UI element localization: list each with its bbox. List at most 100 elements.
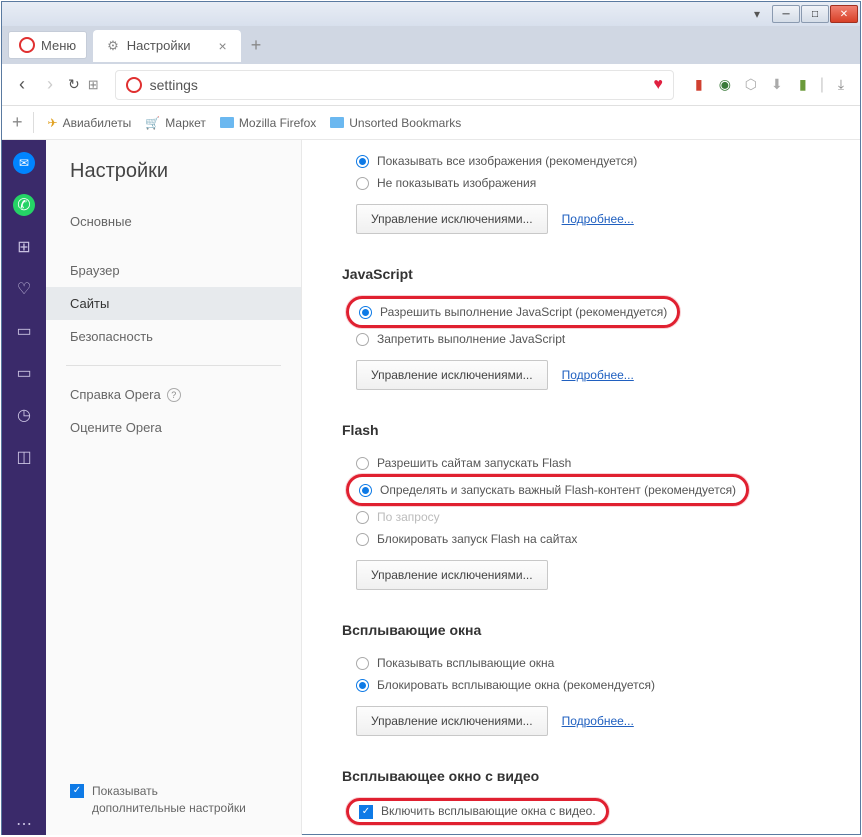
radio-popups-block[interactable]: Блокировать всплывающие окна (рекомендуе… [342, 674, 842, 696]
radio-js-block[interactable]: Запретить выполнение JavaScript [342, 328, 842, 350]
radio-icon [356, 333, 369, 346]
address-bar: ‹ › ↻ ⊞ ♥ ▮ ◉ ⬡ ⬇ ▮ | ⤓ [2, 64, 860, 106]
javascript-title: JavaScript [342, 266, 842, 282]
bookmark-item[interactable]: Unsorted Bookmarks [330, 116, 461, 130]
close-button[interactable]: ✕ [830, 5, 858, 23]
popups-title: Всплывающие окна [342, 622, 842, 638]
more-link[interactable]: Подробнее... [562, 212, 634, 226]
speed-dial-sidebar-icon[interactable]: ⊞ [13, 236, 35, 258]
nav-security[interactable]: Безопасность [46, 320, 301, 353]
radio-images-show[interactable]: Показывать все изображения (рекомендуетс… [342, 150, 842, 172]
settings-title: Настройки [46, 160, 301, 205]
tab-settings[interactable]: ⚙ Настройки × [93, 30, 241, 62]
highlight-marker: ✓Включить всплывающие окна с видео. [346, 798, 609, 825]
flash-title: Flash [342, 422, 842, 438]
history-sidebar-icon[interactable]: ◷ [13, 404, 35, 426]
checkbox-checked-icon: ✓ [359, 805, 373, 819]
bookmarks-bar: + ✈Авиабилеты 🛒Маркет Mozilla Firefox Un… [2, 106, 860, 140]
radio-icon [356, 457, 369, 470]
download-icon[interactable]: ⬇ [768, 76, 786, 94]
tab-bar: Меню ⚙ Настройки × + [2, 26, 860, 64]
bookmark-item[interactable]: 🛒Маркет [145, 116, 206, 130]
settings-content[interactable]: Показывать все изображения (рекомендуетс… [302, 140, 860, 835]
popups-group: Всплывающие окна Показывать всплывающие … [342, 622, 842, 736]
radio-checked-icon [356, 679, 369, 692]
radio-js-allow[interactable]: Разрешить выполнение JavaScript (рекомен… [359, 301, 667, 323]
whatsapp-icon[interactable]: ✆ [13, 194, 35, 216]
add-bookmark-button[interactable]: + [12, 112, 34, 133]
radio-popups-show[interactable]: Показывать всплывающие окна [342, 652, 842, 674]
more-link[interactable]: Подробнее... [562, 714, 634, 728]
checkbox-checked-icon: ✓ [70, 784, 84, 798]
address-field[interactable]: ♥ [115, 70, 674, 100]
javascript-group: JavaScript Разрешить выполнение JavaScri… [342, 266, 842, 390]
gear-icon: ⚙ [107, 38, 119, 54]
bookmark-item[interactable]: ✈Авиабилеты [48, 116, 132, 130]
radio-checked-icon [359, 306, 372, 319]
extension-icon-2[interactable]: ◉ [716, 76, 734, 94]
nav-help[interactable]: Справка Opera? [46, 378, 301, 411]
radio-icon [356, 511, 369, 524]
radio-images-hide[interactable]: Не показывать изображения [342, 172, 842, 194]
tab-title: Настройки [127, 38, 191, 53]
new-tab-button[interactable]: + [251, 35, 262, 56]
downloads-button[interactable]: ⤓ [832, 76, 850, 94]
radio-checked-icon [356, 155, 369, 168]
sidebar: ✉ ✆ ⊞ ♡ ▭ ▭ ◷ ◫ ⋯ [2, 140, 46, 835]
news-sidebar-icon[interactable]: ▭ [13, 320, 35, 342]
radio-icon [356, 657, 369, 670]
adblock-icon[interactable]: ⬡ [742, 76, 760, 94]
video-title: Всплывающее окно с видео [342, 768, 842, 784]
address-input[interactable] [150, 77, 646, 93]
menu-button[interactable]: Меню [8, 31, 87, 59]
heart-sidebar-icon[interactable]: ♡ [13, 278, 35, 300]
heart-icon[interactable]: ♥ [653, 76, 663, 94]
folder-icon [220, 117, 234, 128]
highlight-marker: Определять и запускать важный Flash-конт… [346, 474, 749, 506]
window-titlebar: ▾ ─ □ ✕ [2, 2, 860, 26]
settings-sidebar-icon[interactable]: ⋯ [13, 813, 35, 835]
more-link[interactable]: Подробнее... [562, 368, 634, 382]
maximize-button[interactable]: □ [801, 5, 829, 23]
folder-icon [330, 117, 344, 128]
radio-checked-icon [359, 484, 372, 497]
nav-rate[interactable]: Оцените Opera [46, 411, 301, 444]
show-advanced-checkbox[interactable]: ✓ Показывать дополнительные настройки [70, 783, 252, 817]
radio-flash-ask[interactable]: По запросу [342, 506, 842, 528]
extension-icon-1[interactable]: ▮ [690, 76, 708, 94]
settings-navigation: Настройки Основные Браузер Сайты Безопас… [46, 140, 302, 835]
bookmark-item[interactable]: Mozilla Firefox [220, 116, 316, 130]
tab-close-icon[interactable]: × [219, 38, 227, 54]
radio-flash-allow[interactable]: Разрешить сайтам запускать Flash [342, 452, 842, 474]
images-group: Показывать все изображения (рекомендуетс… [342, 150, 842, 234]
manage-exceptions-button[interactable]: Управление исключениями... [356, 706, 548, 736]
titlebar-dropdown-icon[interactable]: ▾ [747, 6, 767, 22]
nav-browser[interactable]: Браузер [46, 254, 301, 287]
manage-exceptions-button[interactable]: Управление исключениями... [356, 360, 548, 390]
flash-group: Flash Разрешить сайтам запускать Flash О… [342, 422, 842, 590]
manage-exceptions-button[interactable]: Управление исключениями... [356, 204, 548, 234]
nav-sites[interactable]: Сайты [46, 287, 301, 320]
video-popup-group: Всплывающее окно с видео ✓Включить всплы… [342, 768, 842, 835]
checkbox-video-popup[interactable]: ✓Включить всплывающие окна с видео. [359, 803, 596, 820]
help-icon: ? [167, 388, 181, 402]
radio-icon [356, 177, 369, 190]
back-button[interactable]: ‹ [12, 74, 32, 95]
minimize-button[interactable]: ─ [772, 5, 800, 23]
speed-dial-icon[interactable]: ⊞ [88, 77, 99, 93]
opera-o-icon [126, 77, 142, 93]
extensions-sidebar-icon[interactable]: ◫ [13, 446, 35, 468]
radio-flash-block[interactable]: Блокировать запуск Flash на сайтах [342, 528, 842, 550]
manage-exceptions-button[interactable]: Управление исключениями... [356, 560, 548, 590]
extension-icon-3[interactable]: ▮ [794, 76, 812, 94]
messenger-icon[interactable]: ✉ [13, 152, 35, 174]
highlight-marker: Разрешить выполнение JavaScript (рекомен… [346, 296, 680, 328]
radio-icon [356, 533, 369, 546]
opera-logo-icon [19, 37, 35, 53]
tabs-sidebar-icon[interactable]: ▭ [13, 362, 35, 384]
radio-flash-detect[interactable]: Определять и запускать важный Flash-конт… [359, 479, 736, 501]
menu-label: Меню [41, 38, 76, 53]
reload-button[interactable]: ↻ [68, 76, 80, 93]
forward-button[interactable]: › [40, 74, 60, 95]
nav-basic[interactable]: Основные [46, 205, 301, 238]
